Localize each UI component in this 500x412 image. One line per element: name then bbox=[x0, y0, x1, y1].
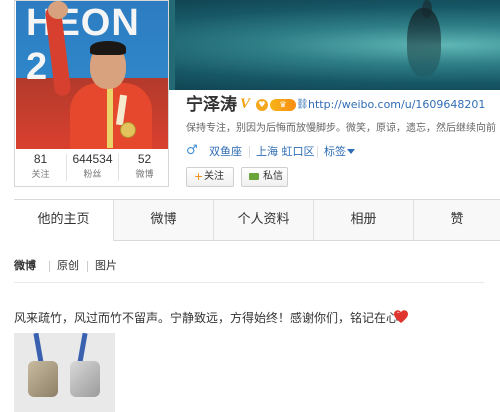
vip-badge-icon[interactable]: ♛ bbox=[270, 99, 296, 111]
stat-following[interactable]: 81 关注 bbox=[15, 149, 66, 185]
filter-divider bbox=[49, 261, 50, 272]
profile-name: 宁泽涛 bbox=[186, 95, 237, 115]
plus-icon: + bbox=[194, 170, 204, 183]
info-divider bbox=[317, 146, 318, 158]
medal-gold bbox=[28, 361, 58, 397]
stat-followers-label: 粉丝 bbox=[83, 170, 102, 180]
stat-posts-value: 52 bbox=[137, 152, 152, 166]
profile-url-link[interactable]: http://weibo.com/u/1609648201 bbox=[308, 97, 485, 112]
medal-silver bbox=[70, 361, 100, 397]
stat-followers[interactable]: 644534 粉丝 bbox=[67, 149, 118, 185]
stat-following-label: 关注 bbox=[31, 170, 50, 180]
tab-home[interactable]: 他的主页 bbox=[14, 200, 114, 241]
photo-hair bbox=[90, 41, 126, 55]
filter-divider bbox=[87, 261, 88, 272]
follow-button[interactable]: + 关注 bbox=[186, 167, 234, 187]
medal-strap bbox=[77, 333, 88, 364]
filter-original[interactable]: 原创 bbox=[57, 258, 79, 274]
heart-icon bbox=[394, 310, 408, 323]
cover-swimmer-figure bbox=[407, 8, 441, 76]
filter-images[interactable]: 图片 bbox=[95, 258, 117, 274]
male-icon: ♂ bbox=[186, 143, 198, 158]
verified-icon[interactable]: V bbox=[240, 96, 250, 113]
info-divider bbox=[249, 146, 250, 158]
zodiac-link[interactable]: 双鱼座 bbox=[209, 144, 242, 159]
tab-profile-info[interactable]: 个人资料 bbox=[214, 200, 314, 240]
stat-following-value: 81 bbox=[33, 152, 48, 166]
tab-album[interactable]: 相册 bbox=[314, 200, 414, 240]
post-text: 风来疏竹，风过而竹不留声。宁静致远，方得始终！感谢你们，铭记在心！ bbox=[14, 311, 411, 325]
medal-strap bbox=[33, 333, 44, 364]
profile-photo-frame[interactable]: HEON 2 bbox=[14, 0, 169, 150]
filter-weibo[interactable]: 微博 bbox=[14, 258, 36, 274]
level-badge-icon[interactable]: ♥ bbox=[256, 99, 268, 111]
location-link[interactable]: 上海 虹口区 bbox=[256, 144, 315, 159]
message-button[interactable]: 私信 bbox=[241, 167, 288, 187]
follow-button-label: 关注 bbox=[204, 171, 224, 182]
chevron-down-icon[interactable] bbox=[347, 149, 355, 154]
stat-posts[interactable]: 52 微博 bbox=[119, 149, 170, 185]
profile-stats: 81 关注 644534 粉丝 52 微博 bbox=[14, 149, 169, 187]
message-button-label: 私信 bbox=[263, 171, 283, 182]
profile-photo[interactable]: HEON 2 bbox=[16, 1, 168, 149]
tab-likes[interactable]: 赞 bbox=[414, 200, 500, 240]
profile-bio: 保持专注，别因为后悔而放慢脚步。微笑，原谅，遗忘，然后继续向前 bbox=[186, 123, 496, 134]
envelope-icon bbox=[249, 173, 259, 180]
profile-tabs: 他的主页 微博 个人资料 相册 赞 bbox=[14, 199, 500, 241]
feed-divider bbox=[14, 282, 484, 283]
tab-weibo[interactable]: 微博 bbox=[114, 200, 214, 240]
photo-zipper bbox=[107, 88, 113, 148]
post-image[interactable] bbox=[14, 333, 115, 412]
photo-hand bbox=[48, 1, 68, 19]
tags-dropdown[interactable]: 标签 bbox=[324, 144, 346, 159]
link-icon: ⛓ bbox=[296, 99, 309, 110]
photo-medal bbox=[120, 122, 136, 138]
stat-followers-value: 644534 bbox=[72, 152, 113, 166]
stat-posts-label: 微博 bbox=[135, 170, 154, 180]
